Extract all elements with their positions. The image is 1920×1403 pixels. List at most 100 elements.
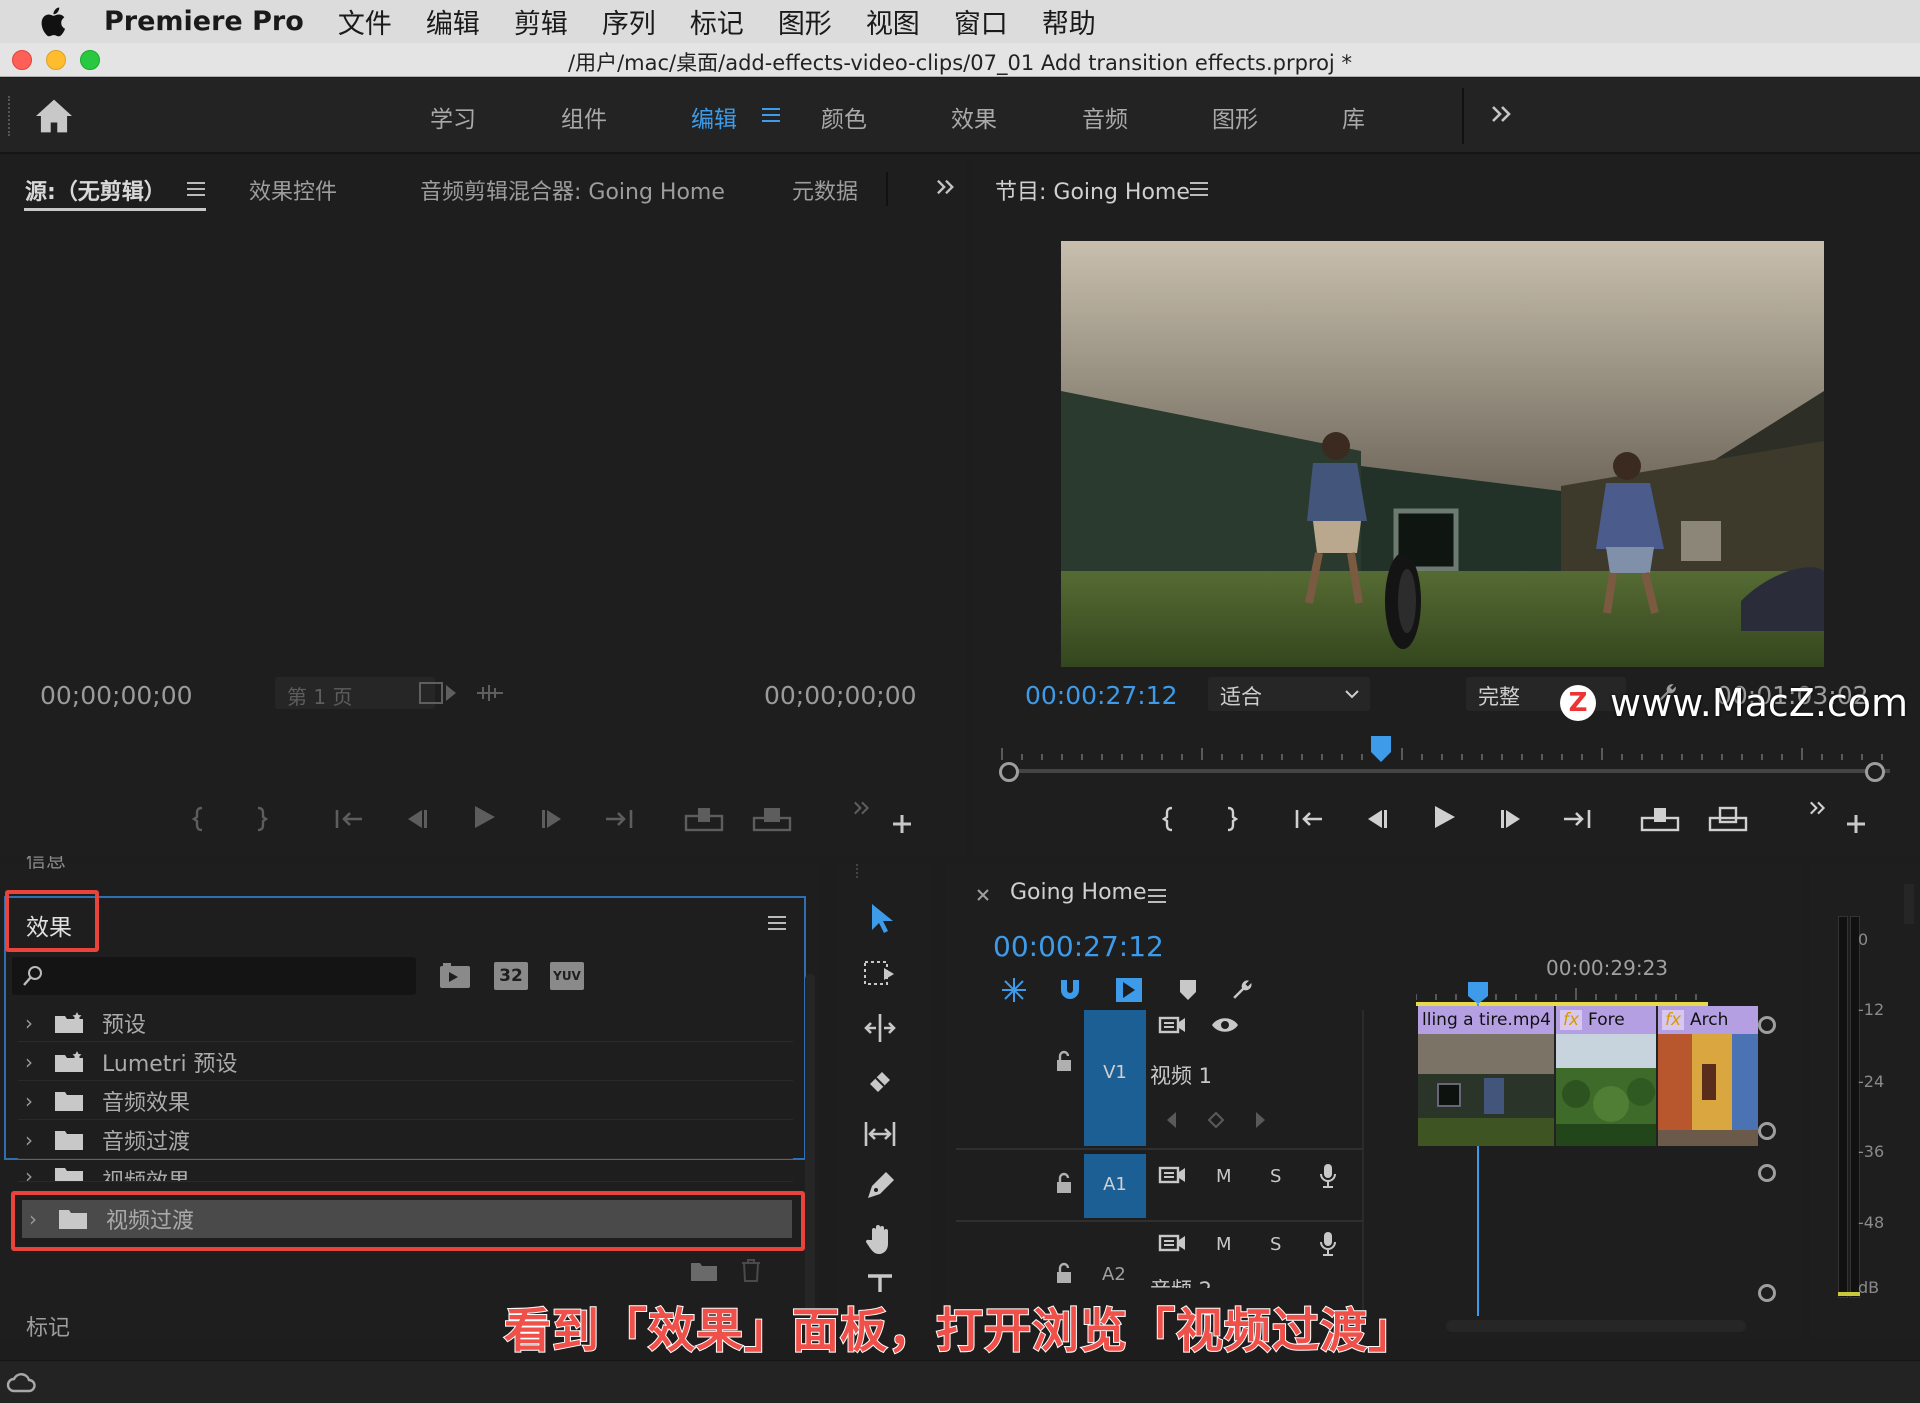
- menu-file[interactable]: 文件: [338, 2, 392, 41]
- menu-view[interactable]: 视图: [866, 2, 920, 41]
- drag-audio-only-icon[interactable]: [475, 683, 505, 703]
- chevron-right-icon[interactable]: ›: [18, 1050, 40, 1074]
- new-bin-icon[interactable]: [690, 1260, 718, 1282]
- source-mark-in-icon[interactable]: [182, 804, 216, 834]
- source-mark-out-icon[interactable]: [244, 804, 278, 834]
- a-zoom-handle-top[interactable]: [1758, 1164, 1776, 1182]
- v1-eye-icon[interactable]: [1210, 1014, 1240, 1036]
- effects-folder-audio-effects[interactable]: › 音频效果: [18, 1082, 793, 1120]
- program-step-forward-icon[interactable]: [1494, 804, 1528, 834]
- program-zoom-handle-right[interactable]: [1865, 762, 1885, 782]
- yuv-effects-button[interactable]: YUV: [550, 962, 584, 990]
- source-more-buttons-icon[interactable]: [852, 800, 872, 816]
- tab-effect-controls[interactable]: 效果控件: [249, 174, 337, 206]
- a2-sync-lock-icon[interactable]: [1158, 1232, 1186, 1254]
- source-panel-menu-icon[interactable]: [187, 181, 205, 197]
- add-marker-icon[interactable]: [1178, 978, 1198, 1002]
- program-zoom-handle-left[interactable]: [999, 762, 1019, 782]
- a2-patch-label[interactable]: A2: [1102, 1264, 1126, 1285]
- a2-lock-icon[interactable]: [1054, 1262, 1074, 1284]
- source-playhead-timecode[interactable]: 00;00;00;00: [40, 681, 193, 710]
- a2-solo-button[interactable]: S: [1270, 1234, 1281, 1255]
- chevron-right-icon[interactable]: ›: [18, 1011, 40, 1035]
- workspace-effects[interactable]: 效果: [951, 100, 997, 134]
- meter-scroll[interactable]: [1904, 884, 1914, 924]
- timeline-playhead-marker[interactable]: [1466, 980, 1490, 1006]
- timeline-panel-menu-icon[interactable]: [1148, 888, 1166, 904]
- program-playhead-timecode[interactable]: 00:00:27:12: [1025, 681, 1178, 710]
- workspace-learning[interactable]: 学习: [430, 100, 476, 134]
- chevron-right-icon[interactable]: ›: [18, 1164, 40, 1181]
- chevron-right-icon[interactable]: ›: [18, 1128, 40, 1152]
- track-select-tool-icon[interactable]: [862, 956, 898, 992]
- home-icon[interactable]: [34, 98, 74, 134]
- v1-prev-keyframe-icon[interactable]: [1164, 1110, 1180, 1130]
- menu-sequence[interactable]: 序列: [602, 2, 656, 41]
- slip-tool-icon[interactable]: [862, 1116, 898, 1152]
- a2-mute-button[interactable]: M: [1216, 1234, 1232, 1255]
- app-name-menu[interactable]: Premiere Pro: [104, 6, 304, 37]
- workspace-audio[interactable]: 音频: [1082, 100, 1128, 134]
- fit-zoom-dropdown[interactable]: 适合: [1208, 677, 1370, 711]
- menu-window[interactable]: 窗口: [954, 2, 1008, 41]
- source-play-icon[interactable]: [466, 802, 500, 832]
- selection-tool-icon[interactable]: [862, 900, 898, 936]
- source-add-button-icon[interactable]: [890, 812, 914, 836]
- program-time-ruler[interactable]: [992, 734, 1902, 784]
- workspace-color[interactable]: 颜色: [821, 100, 867, 134]
- a1-sync-lock-icon[interactable]: [1158, 1164, 1186, 1186]
- menu-graphics[interactable]: 图形: [778, 2, 832, 41]
- program-mark-in-icon[interactable]: [1152, 804, 1186, 834]
- timeline-settings-wrench-icon[interactable]: [1228, 976, 1256, 1004]
- program-video-frame[interactable]: [1061, 241, 1824, 667]
- menu-edit[interactable]: 编辑: [426, 2, 480, 41]
- workspace-menu-icon[interactable]: [762, 107, 780, 123]
- program-step-back-icon[interactable]: [1360, 804, 1394, 834]
- program-play-icon[interactable]: [1426, 802, 1460, 832]
- v1-sync-lock-icon[interactable]: [1158, 1014, 1186, 1036]
- workspace-graphics[interactable]: 图形: [1212, 100, 1258, 134]
- tools-grip[interactable]: [856, 864, 912, 878]
- type-tool-icon[interactable]: [862, 1272, 898, 1292]
- chevron-right-icon[interactable]: ›: [18, 1089, 40, 1113]
- a2-track-name-partial[interactable]: 音频 2: [1150, 1274, 1212, 1288]
- program-more-buttons-icon[interactable]: [1808, 800, 1828, 816]
- effects-folder-video-effects[interactable]: › 视频效果: [18, 1160, 793, 1182]
- video-clip-forest[interactable]: fx Fore: [1556, 1006, 1658, 1146]
- ripple-edit-tool-icon[interactable]: [862, 1010, 898, 1046]
- v-zoom-handle-top[interactable]: [1758, 1016, 1776, 1034]
- program-add-button-icon[interactable]: [1844, 812, 1868, 836]
- tab-metadata[interactable]: 元数据: [792, 174, 858, 206]
- effects-panel-menu-icon[interactable]: [768, 915, 786, 931]
- program-playhead-marker[interactable]: [1369, 734, 1393, 764]
- a1-voiceover-mic-icon[interactable]: [1318, 1162, 1338, 1190]
- source-overwrite-icon[interactable]: [752, 804, 792, 834]
- source-step-forward-icon[interactable]: [535, 804, 569, 834]
- effects-search-input[interactable]: [12, 957, 416, 995]
- menu-markers[interactable]: 标记: [690, 2, 744, 41]
- panel-grip[interactable]: [8, 96, 12, 136]
- insert-overwrite-nest-icon[interactable]: [1000, 976, 1028, 1004]
- effects-folder-lumetri-presets[interactable]: › Lumetri 预设: [18, 1043, 793, 1081]
- video-clip-tire[interactable]: lling a tire.mp4: [1418, 1006, 1556, 1146]
- timeline-sequence-tab[interactable]: Going Home: [1010, 880, 1147, 905]
- timeline-playhead-timecode[interactable]: 00:00:27:12: [993, 930, 1164, 963]
- video-clip-architecture[interactable]: fx Arch: [1658, 1006, 1758, 1146]
- menu-help[interactable]: 帮助: [1042, 2, 1096, 41]
- v1-source-patch[interactable]: V1: [1084, 1010, 1146, 1146]
- source-step-back-icon[interactable]: [400, 804, 434, 834]
- program-extract-icon[interactable]: [1708, 804, 1748, 834]
- program-go-to-out-icon[interactable]: [1560, 804, 1594, 834]
- v1-add-keyframe-icon[interactable]: [1208, 1112, 1224, 1128]
- source-page-selector[interactable]: 第 1 页: [275, 677, 435, 709]
- source-insert-icon[interactable]: [684, 804, 724, 834]
- effects-folder-presets[interactable]: › 预设: [18, 1004, 793, 1042]
- hand-tool-icon[interactable]: [862, 1222, 898, 1258]
- razor-tool-icon[interactable]: [862, 1064, 898, 1100]
- tab-audio-clip-mixer[interactable]: 音频剪辑混合器: Going Home: [420, 174, 725, 206]
- linked-selection-icon[interactable]: [1114, 976, 1144, 1004]
- v1-lock-icon[interactable]: [1054, 1050, 1074, 1072]
- workspace-libraries[interactable]: 库: [1342, 100, 1365, 134]
- source-go-to-out-icon[interactable]: [602, 804, 636, 834]
- accelerated-effects-icon[interactable]: [438, 961, 472, 991]
